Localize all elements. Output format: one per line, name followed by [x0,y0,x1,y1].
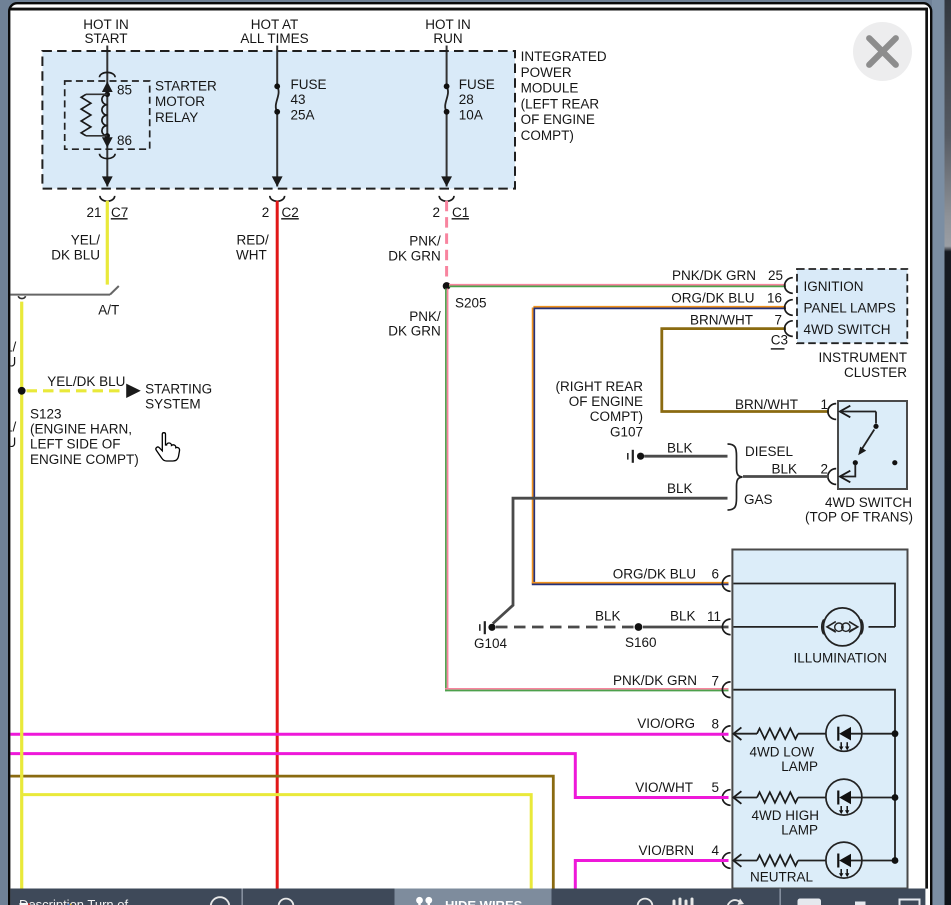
svg-text:C3: C3 [771,333,788,348]
svg-text:OF ENGINE: OF ENGINE [521,112,595,127]
svg-text:S205: S205 [455,295,487,310]
svg-text:4WD SWITCH: 4WD SWITCH [825,495,912,510]
svg-text:RELAY: RELAY [155,110,198,125]
svg-text:Description Turn of: Description Turn of [19,897,128,905]
svg-text:BLK: BLK [667,440,693,455]
svg-text:MOTOR: MOTOR [155,94,205,109]
svg-text:BLK: BLK [667,481,693,496]
svg-text:(TOP OF TRANS): (TOP OF TRANS) [805,509,913,524]
svg-text:PNK/DK GRN: PNK/DK GRN [613,673,697,688]
svg-text:16: 16 [767,291,782,306]
svg-text:BRN/WHT: BRN/WHT [735,397,798,412]
svg-text:11: 11 [707,609,721,624]
svg-text:OF ENGINE: OF ENGINE [569,394,643,409]
svg-text:INTEGRATED: INTEGRATED [521,49,607,64]
svg-text:4WD SWITCH: 4WD SWITCH [804,322,891,337]
svg-text:LEFT SIDE OF: LEFT SIDE OF [30,437,121,452]
svg-text:7: 7 [774,313,782,328]
svg-text:YEL/DK BLU: YEL/DK BLU [47,374,125,389]
svg-text:4WD LOW: 4WD LOW [749,745,814,760]
svg-text:PNK/DK GRN: PNK/DK GRN [672,268,756,283]
svg-text:STARTER: STARTER [155,78,217,93]
svg-text:(RIGHT REAR: (RIGHT REAR [555,379,643,394]
svg-text:BLK: BLK [595,608,621,623]
svg-text:START: START [84,31,127,46]
svg-text:5: 5 [711,780,719,795]
svg-text:G104: G104 [474,636,508,651]
svg-text:WHT: WHT [236,248,267,263]
svg-text:INSTRUMENT: INSTRUMENT [819,350,908,365]
svg-text:VIO/WHT: VIO/WHT [635,780,693,795]
svg-text:2: 2 [262,205,270,220]
svg-text:BRN/WHT: BRN/WHT [690,313,753,328]
svg-text:28: 28 [459,92,474,107]
svg-text:ORG/DK BLU: ORG/DK BLU [671,291,754,306]
svg-text:PANEL LAMPS: PANEL LAMPS [804,300,896,315]
svg-text:RUN: RUN [433,31,462,46]
svg-text:PNK/: PNK/ [409,309,441,324]
svg-text:7: 7 [711,674,719,689]
svg-text:LAMP: LAMP [781,759,818,774]
svg-text:A/T: A/T [98,302,119,317]
svg-text:FUSE: FUSE [459,77,495,92]
svg-text:6: 6 [711,567,719,582]
svg-text:(ENGINE HARN,: (ENGINE HARN, [30,422,132,437]
svg-text:VIO/ORG: VIO/ORG [637,716,695,731]
svg-text:ENGINE COMPT): ENGINE COMPT) [30,452,139,467]
svg-text:FUSE: FUSE [291,77,327,92]
svg-text:4: 4 [711,843,719,858]
svg-text:ORG/DK BLU: ORG/DK BLU [613,566,696,581]
svg-text:IGNITION: IGNITION [804,279,864,294]
svg-text:ALL TIMES: ALL TIMES [240,31,308,46]
svg-text:C2: C2 [282,205,299,220]
svg-text:C7: C7 [111,205,128,220]
svg-text:RED/: RED/ [237,233,270,248]
svg-text:2: 2 [820,462,828,477]
svg-text:85: 85 [117,83,132,98]
svg-text:(LEFT REAR: (LEFT REAR [521,96,600,111]
svg-text:VIO/BRN: VIO/BRN [638,843,694,858]
svg-text:8: 8 [711,717,719,732]
svg-text:COMPT): COMPT) [521,128,574,143]
svg-text:25A: 25A [291,107,315,122]
svg-text:S160: S160 [625,635,657,650]
svg-text:2: 2 [432,205,440,220]
svg-text:COMPT): COMPT) [590,409,643,424]
svg-text:ILLUMINATION: ILLUMINATION [793,650,887,665]
svg-text:BLK: BLK [771,462,797,477]
svg-text:YEL/: YEL/ [71,233,101,248]
svg-text:21: 21 [86,205,101,220]
svg-text:C1: C1 [452,205,469,220]
svg-text:G107: G107 [610,424,643,439]
svg-text:POWER: POWER [521,65,572,80]
svg-text:BLK: BLK [670,608,696,623]
svg-text:25: 25 [768,268,783,283]
svg-text:DK GRN: DK GRN [388,323,441,338]
svg-text:SYSTEM: SYSTEM [145,396,201,411]
svg-text:NEUTRAL: NEUTRAL [750,870,814,885]
svg-text:86: 86 [117,133,132,148]
svg-text:10A: 10A [459,107,483,122]
svg-text:DK BLU: DK BLU [51,248,100,263]
svg-text:43: 43 [291,92,306,107]
svg-text:STARTING: STARTING [145,382,212,397]
svg-text:PNK/: PNK/ [409,234,441,249]
svg-text:S123: S123 [30,407,62,422]
svg-text:DK GRN: DK GRN [388,249,441,264]
svg-text:GAS: GAS [744,492,773,507]
svg-text:DIESEL: DIESEL [745,444,794,459]
svg-text:HIDE WIRES: HIDE WIRES [445,898,523,905]
svg-text:LAMP: LAMP [781,823,818,838]
svg-text:1: 1 [820,397,828,412]
svg-text:MODULE: MODULE [521,81,579,96]
svg-text:4WD HIGH: 4WD HIGH [752,808,820,823]
svg-text:CLUSTER: CLUSTER [844,365,907,380]
